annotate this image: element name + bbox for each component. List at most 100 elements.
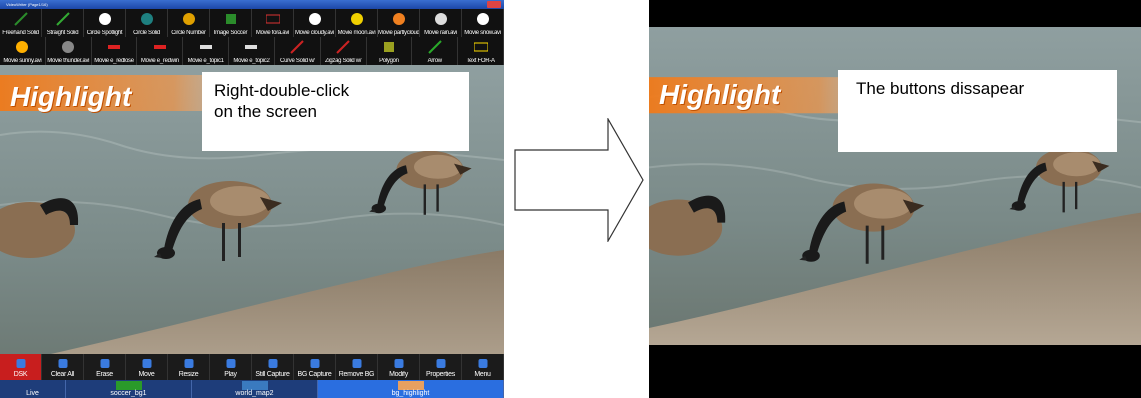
menu-button[interactable]: Menu xyxy=(462,354,504,380)
trash-icon xyxy=(57,356,68,368)
gear-icon xyxy=(435,356,446,368)
topic-bar-icon xyxy=(199,40,213,54)
callout-line-2: on the screen xyxy=(214,102,318,121)
toolbar-button[interactable]: Arrow xyxy=(412,37,459,65)
page-tab[interactable]: Live xyxy=(0,380,66,398)
clear-all-button[interactable]: Clear All xyxy=(42,354,84,380)
toolbar-button[interactable]: Image Soccer xyxy=(210,9,252,37)
toolbar-button[interactable]: Movie e_redwin xyxy=(137,37,184,65)
toolbar-button[interactable]: Circle Solid xyxy=(126,9,168,37)
toolbar-button[interactable]: Freehand Solid xyxy=(0,9,42,37)
remove-bg-button[interactable]: Remove BG xyxy=(336,354,378,380)
toolbar-button[interactable]: Movie sunny.avi xyxy=(0,37,46,65)
play-icon xyxy=(225,356,236,368)
toolbar-button-label: Movie partlycloudy xyxy=(378,30,419,36)
bottom-button-label: Clear All xyxy=(50,371,75,378)
bottom-button-label: Resize xyxy=(178,371,199,378)
toolbar-button-label: Movie cloudy.avi xyxy=(294,30,335,36)
zigzag-icon xyxy=(336,40,350,54)
toolbar-button-label: Movie e_topic2 xyxy=(233,58,270,64)
close-icon[interactable] xyxy=(487,1,501,8)
erase-button[interactable]: Erase xyxy=(84,354,126,380)
page-thumbnail xyxy=(397,381,424,390)
callout-line-1: Right-double-click xyxy=(214,81,350,100)
toolbar-button-label: Movie sunny.avi xyxy=(3,58,42,64)
dsk-icon xyxy=(15,356,26,368)
still-capture-button[interactable]: Still Capture xyxy=(252,354,294,380)
page-tab-label: Live xyxy=(26,390,39,397)
toolbar-button-label: Movie snow.avi xyxy=(464,30,501,36)
toolbar-button[interactable]: Movie cloudy.avi xyxy=(294,9,336,37)
toolbar-button[interactable]: Zigzag Solid w/ xyxy=(321,37,367,65)
result-callout: The buttons dissapear xyxy=(838,70,1117,152)
bottom-button-label: Play xyxy=(224,371,237,378)
moon-icon xyxy=(350,12,364,26)
page-tabs: Live soccer_bg1 world_map2 bg_highlight xyxy=(0,380,504,398)
toolbar-button-label: Zigzag Solid w/ xyxy=(325,58,362,64)
page-thumbnail xyxy=(115,381,142,390)
line-icon xyxy=(55,12,70,26)
toolbar-button-label: Arrow xyxy=(427,58,442,64)
highlight-title: Highlight xyxy=(659,79,781,110)
toolbar-button-label: Movie e_redwin xyxy=(140,58,179,64)
highlight-title: Highlight xyxy=(10,81,132,112)
toolbar-button[interactable]: Movie partlycloudy xyxy=(378,9,420,37)
soccer-icon xyxy=(224,12,238,26)
page-tab[interactable]: world_map2 xyxy=(192,380,318,398)
dsk-button[interactable]: DSK xyxy=(0,354,42,380)
window-titlebar: VideoWriter (Page1/16) xyxy=(0,0,504,9)
properties-button[interactable]: Properties xyxy=(420,354,462,380)
eraser-icon xyxy=(99,356,110,368)
camera-icon xyxy=(267,356,278,368)
bottom-button-label: Move xyxy=(138,371,155,378)
toolbar-button[interactable]: Movie rain.avi xyxy=(420,9,462,37)
toolbar-button[interactable]: Movie thunder.avi xyxy=(46,37,92,65)
bg-capture-icon xyxy=(309,356,320,368)
modify-icon xyxy=(393,356,404,368)
toolbar-button-label: Polygon xyxy=(379,58,399,64)
move-button[interactable]: Move xyxy=(126,354,168,380)
bg-capture-button[interactable]: BG Capture xyxy=(294,354,336,380)
toolbar-button-label: Text FOR-A xyxy=(466,58,495,64)
toolbar-button[interactable]: Movie fora.avi xyxy=(252,9,294,37)
toolbar-button[interactable]: Circle Number xyxy=(168,9,210,37)
text-icon xyxy=(473,40,489,54)
rain-icon xyxy=(434,12,448,26)
thunder-icon xyxy=(61,40,75,54)
circle-icon xyxy=(140,12,154,26)
page-tab-label: soccer_bg1 xyxy=(110,390,147,397)
toolbar-button-label: Circle Spotlight xyxy=(86,30,123,36)
toolbar-row-1: Freehand Solid Straight Solid Circle Spotl… xyxy=(0,9,504,37)
toolbar-button-label: Freehand Solid xyxy=(2,30,39,36)
bottom-button-label: BG Capture xyxy=(297,371,332,378)
resize-icon xyxy=(183,356,194,368)
remove-bg-icon xyxy=(351,356,362,368)
red-bar-icon xyxy=(153,40,167,54)
page-tab-label: world_map2 xyxy=(235,390,274,397)
page-tab[interactable]: soccer_bg1 xyxy=(66,380,192,398)
toolbar-button[interactable]: Movie e_topic2 xyxy=(229,37,275,65)
toolbar-button[interactable]: Text FOR-A xyxy=(458,37,504,65)
bottom-button-label: Erase xyxy=(96,371,113,378)
toolbar-button[interactable]: Circle Spotlight xyxy=(84,9,126,37)
snowman-icon xyxy=(476,12,490,26)
toolbar-button[interactable]: Curve Solid w/ xyxy=(275,37,321,65)
cloud-icon xyxy=(308,12,322,26)
toolbar-button[interactable]: Movie moon.avi xyxy=(336,9,378,37)
toolbar-button-label: Movie e_redlose xyxy=(94,58,134,64)
page-tab[interactable]: bg_highlight xyxy=(318,380,504,398)
for-a-logo-icon xyxy=(265,12,280,26)
toolbar-button[interactable]: Straight Solid xyxy=(42,9,84,37)
bottom-button-label: Remove BG xyxy=(338,371,375,378)
modify-button[interactable]: Modify xyxy=(378,354,420,380)
toolbar-button[interactable]: Polygon xyxy=(367,37,413,65)
toolbar-button-label: Image Soccer xyxy=(213,30,248,36)
play-button[interactable]: Play xyxy=(210,354,252,380)
menu-icon xyxy=(477,356,488,368)
toolbar-button[interactable]: Movie e_redlose xyxy=(92,37,138,65)
right-arrow-icon xyxy=(514,118,644,242)
bottom-button-label: Still Capture xyxy=(255,371,290,378)
toolbar-button[interactable]: Movie e_topic1 xyxy=(183,37,230,65)
toolbar-button[interactable]: Movie snow.avi xyxy=(462,9,504,37)
resize-button[interactable]: Resize xyxy=(168,354,210,380)
